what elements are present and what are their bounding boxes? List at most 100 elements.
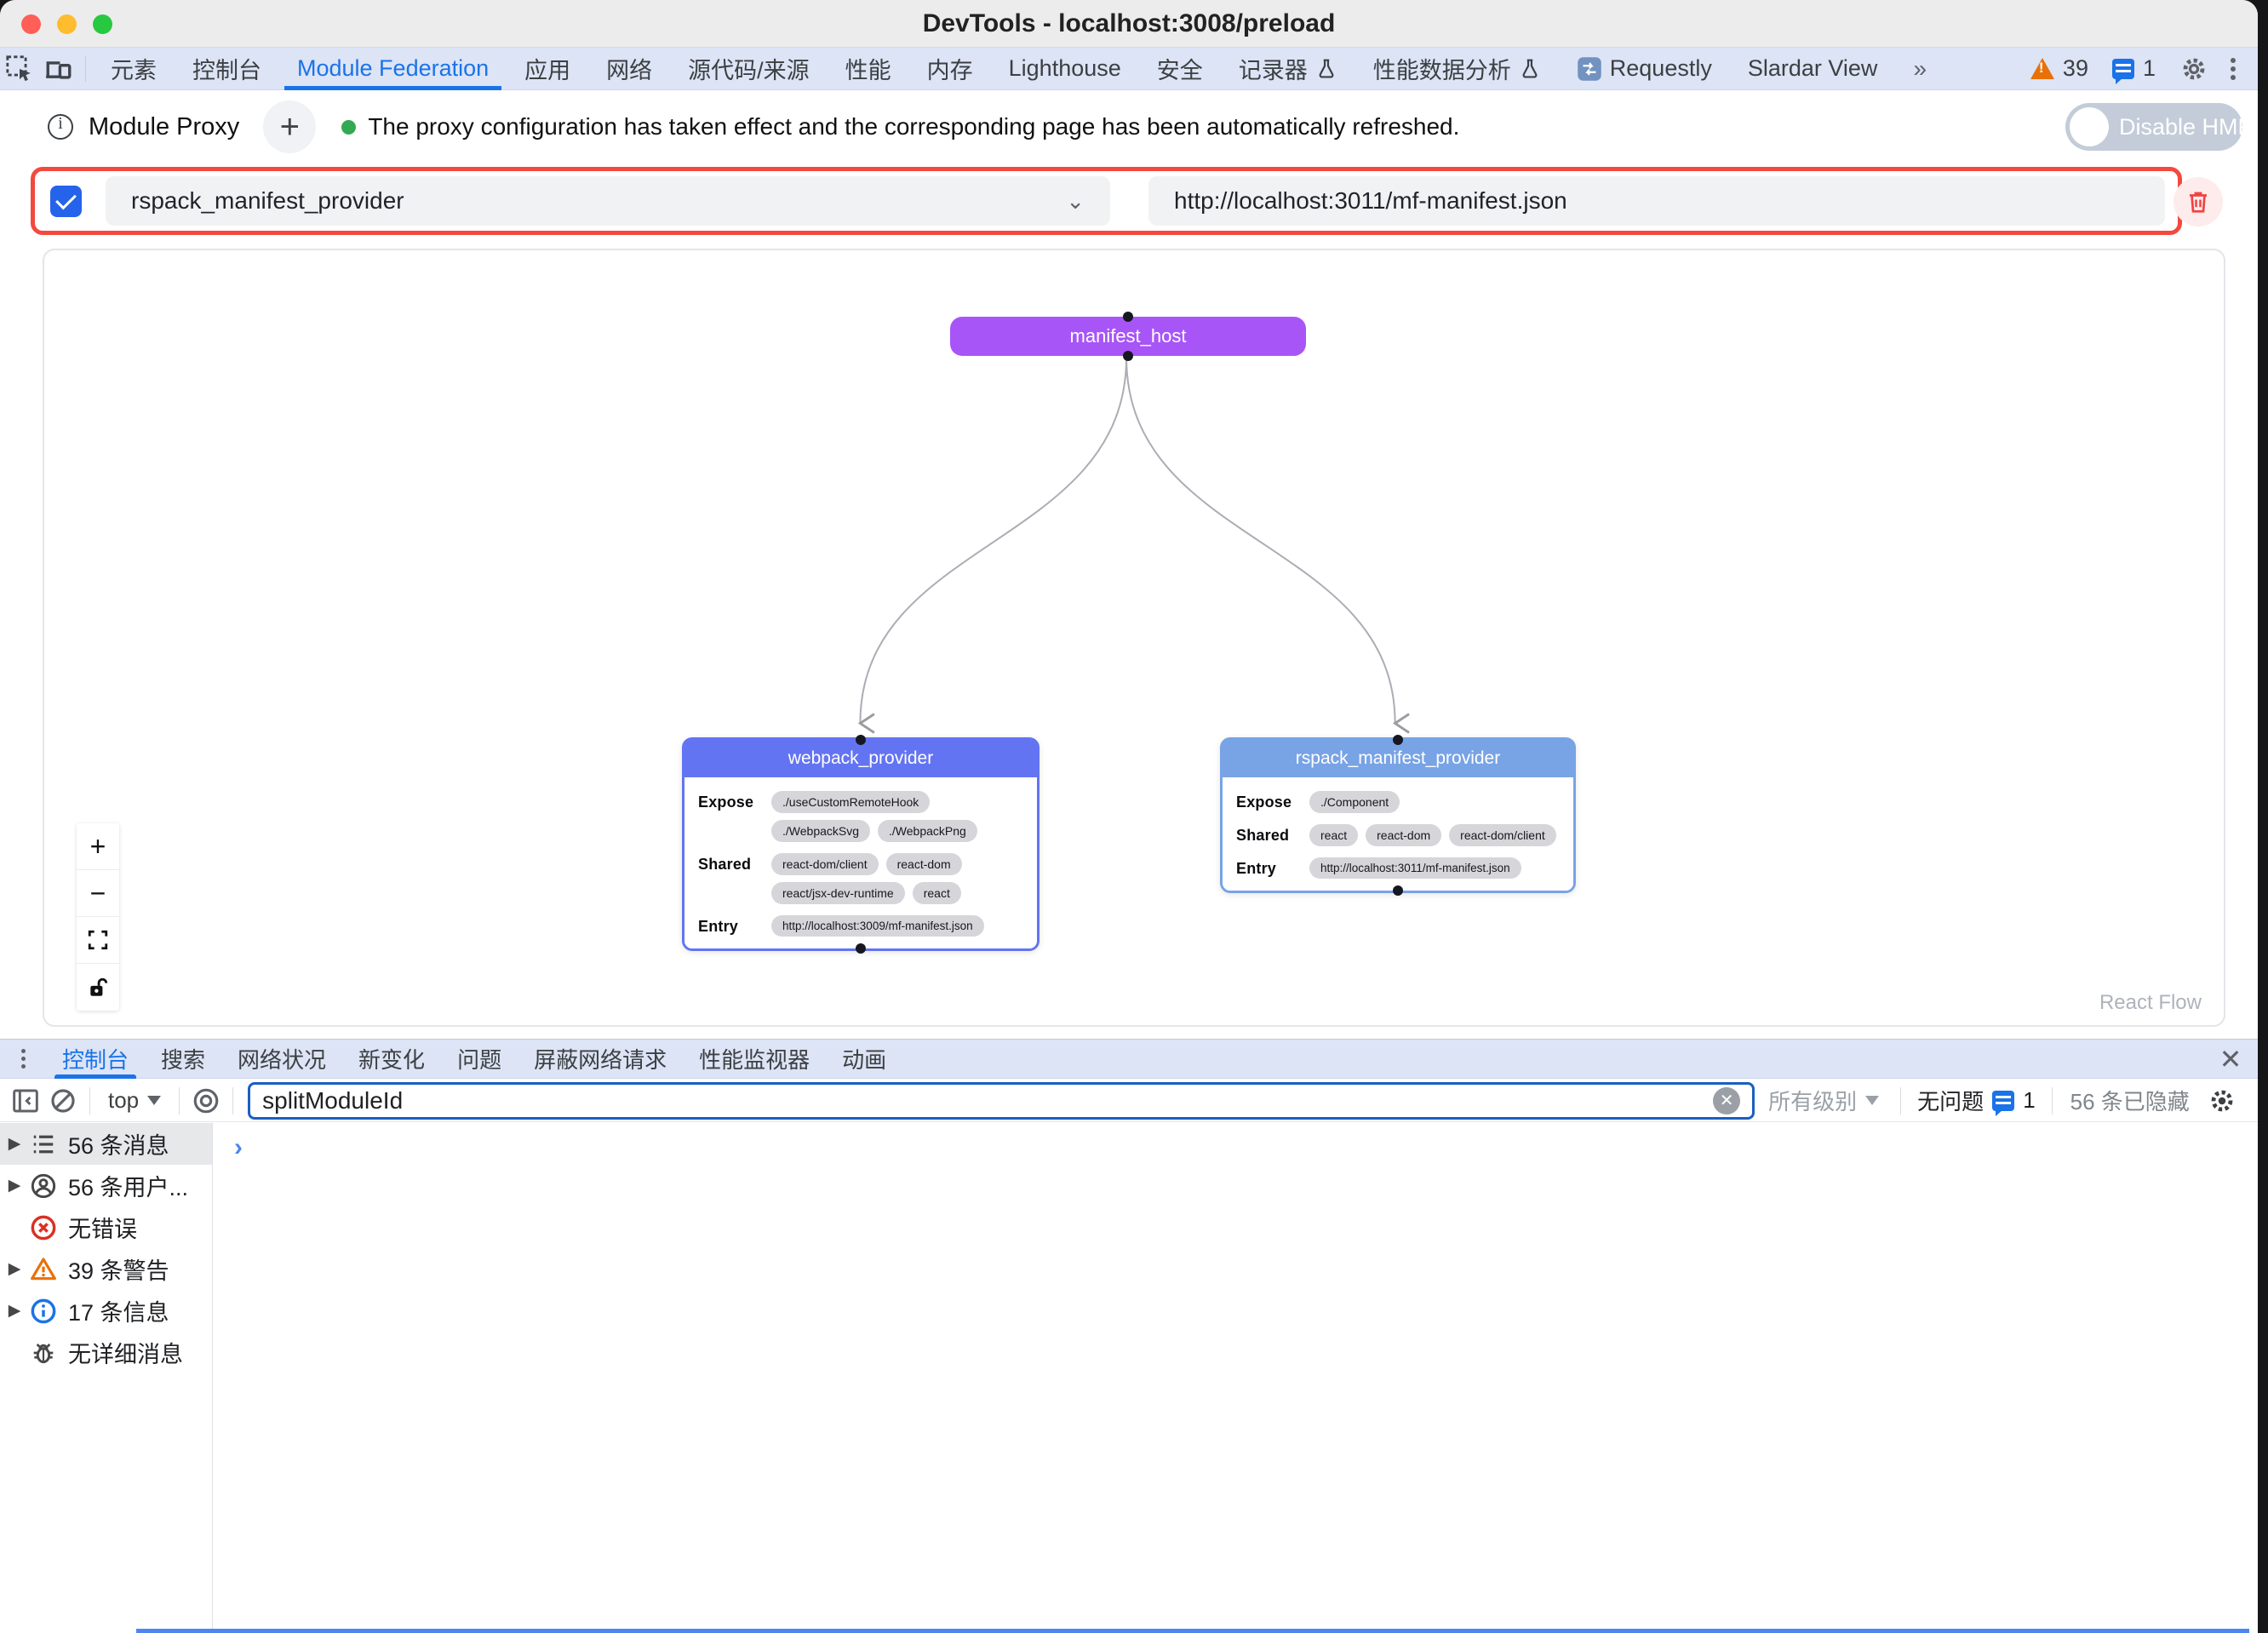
tab-memory[interactable]: 内存	[909, 48, 991, 90]
window-title: DevTools - localhost:3008/preload	[0, 0, 2258, 48]
proxy-config-row: rspack_manifest_provider ⌄ http://localh…	[31, 167, 2182, 235]
issues-badge[interactable]: 1	[2100, 55, 2168, 82]
user-icon	[29, 1172, 58, 1200]
tab-console[interactable]: 控制台	[175, 48, 279, 90]
list-icon	[29, 1130, 58, 1159]
experiment-flask-icon	[1519, 58, 1541, 80]
delete-proxy-button[interactable]	[2174, 177, 2223, 226]
chevron-double-right-icon: »	[1913, 55, 1923, 83]
drawer-menu-kebab-icon[interactable]	[0, 1057, 46, 1061]
console-output-area[interactable]: ›	[214, 1123, 2258, 1633]
info-icon	[29, 1297, 58, 1326]
tab-application[interactable]: 应用	[507, 48, 588, 90]
tab-module-federation[interactable]: Module Federation	[279, 48, 507, 90]
expand-arrow-icon[interactable]: ▶	[0, 1259, 29, 1279]
node-handle	[856, 735, 866, 745]
experiment-flask-icon	[1315, 58, 1337, 80]
entry-tag: http://localhost:3011/mf-manifest.json	[1309, 857, 1521, 879]
node-handle	[856, 943, 866, 954]
zoom-out-button[interactable]: −	[77, 870, 119, 917]
inspect-element-icon[interactable]	[0, 48, 39, 90]
fit-view-icon	[87, 929, 109, 951]
sidebar-item-errors[interactable]: 无错误	[0, 1206, 212, 1248]
module-proxy-title: Module Proxy	[89, 113, 239, 141]
node-webpack-provider[interactable]: webpack_provider Expose ./useCustomRemot…	[682, 737, 1040, 951]
add-proxy-button[interactable]: +	[263, 100, 316, 153]
disable-hmr-toggle[interactable]: Disable HMR	[2065, 103, 2242, 151]
node-title: webpack_provider	[684, 740, 1037, 777]
close-drawer-icon[interactable]: ✕	[2212, 1040, 2249, 1078]
expand-arrow-icon[interactable]: ▶	[0, 1176, 29, 1195]
node-rspack-manifest-provider[interactable]: rspack_manifest_provider Expose ./Compon…	[1220, 737, 1576, 893]
expand-arrow-icon[interactable]: ▶	[0, 1301, 29, 1321]
context-selector[interactable]: top	[98, 1087, 171, 1114]
sidebar-item-verbose[interactable]: 无详细消息	[0, 1332, 212, 1373]
tab-sources[interactable]: 源代码/来源	[670, 48, 828, 90]
drawer-tab-console[interactable]: 控制台	[46, 1039, 145, 1079]
device-toolbar-icon[interactable]	[39, 48, 78, 90]
issues-chat-icon	[1992, 1091, 2014, 1111]
expose-row: Expose ./Component	[1236, 791, 1561, 813]
devtools-menu-kebab-icon[interactable]	[2214, 48, 2253, 90]
sidebar-item-user-messages[interactable]: ▶ 56 条用户...	[0, 1165, 212, 1206]
tab-lighthouse[interactable]: Lighthouse	[991, 48, 1139, 90]
warning-badge[interactable]: 39	[2019, 55, 2100, 82]
issues-counter[interactable]: 无问题 1	[1909, 1085, 2043, 1116]
drawer-tab-performance-monitor[interactable]: 性能监视器	[683, 1039, 826, 1079]
expose-tag: ./WebpackPng	[878, 820, 977, 842]
proxy-enabled-checkbox[interactable]	[50, 186, 82, 217]
fit-view-button[interactable]	[77, 917, 119, 964]
tab-elements[interactable]: 元素	[93, 48, 175, 90]
tab-requestly[interactable]: Requestly	[1559, 48, 1730, 90]
status-dot-icon	[341, 120, 356, 135]
drawer-tab-search[interactable]: 搜索	[145, 1039, 221, 1079]
tab-security[interactable]: 安全	[1139, 48, 1221, 90]
more-tabs-button[interactable]: »	[1895, 48, 1941, 90]
manifest-url-input[interactable]: http://localhost:3011/mf-manifest.json	[1148, 176, 2165, 226]
tab-performance[interactable]: 性能	[828, 48, 909, 90]
console-toolbar: top splitModuleId 所有级别 无问题 1 56 条已隐藏	[0, 1080, 2258, 1122]
shared-tag: react/jsx-dev-runtime	[771, 882, 905, 904]
tab-slardar-view[interactable]: Slardar View	[1730, 48, 1896, 90]
sidebar-item-info[interactable]: ▶ 17 条信息	[0, 1290, 212, 1332]
zoom-in-button[interactable]: +	[77, 823, 119, 870]
drawer-tab-network-conditions[interactable]: 网络状况	[221, 1039, 342, 1079]
sidebar-item-warnings[interactable]: ▶ 39 条警告	[0, 1248, 212, 1290]
sidebar-item-all-messages[interactable]: ▶ 56 条消息	[0, 1123, 212, 1165]
live-expression-eye-icon[interactable]	[187, 1082, 225, 1120]
error-icon	[29, 1213, 58, 1242]
node-handle	[1393, 885, 1403, 896]
drawer-tab-issues[interactable]: 问题	[441, 1039, 518, 1079]
drawer-tab-network-blocking[interactable]: 屏蔽网络请求	[518, 1039, 683, 1079]
drawer-tab-changes[interactable]: 新变化	[342, 1039, 441, 1079]
clear-console-icon[interactable]	[44, 1082, 82, 1120]
info-icon	[48, 114, 73, 140]
console-filter-input[interactable]: splitModuleId	[248, 1082, 1755, 1120]
shared-tag: react-dom	[1366, 824, 1441, 846]
module-graph-canvas[interactable]: manifest_host webpack_provider Expose ./…	[43, 249, 2225, 1027]
react-flow-attribution[interactable]: React Flow	[2099, 991, 2202, 1015]
title-bar: DevTools - localhost:3008/preload	[0, 0, 2258, 48]
provider-select[interactable]: rspack_manifest_provider ⌄	[106, 176, 1110, 226]
tab-recorder[interactable]: 记录器	[1221, 48, 1355, 90]
settings-gear-icon[interactable]	[2174, 48, 2214, 90]
expose-tag: ./WebpackSvg	[771, 820, 870, 842]
drawer-tab-animations[interactable]: 动画	[826, 1039, 902, 1079]
tab-network[interactable]: 网络	[588, 48, 670, 90]
lock-button[interactable]	[77, 964, 119, 1011]
node-manifest-host[interactable]: manifest_host	[950, 317, 1306, 356]
log-levels-dropdown[interactable]: 所有级别	[1755, 1085, 1893, 1116]
shared-tag: react-dom	[886, 853, 962, 875]
shared-tag: react-dom/client	[771, 853, 879, 875]
entry-row: Entry http://localhost:3011/mf-manifest.…	[1236, 857, 1561, 879]
tab-performance-insights[interactable]: 性能数据分析	[1355, 48, 1559, 90]
console-sidebar-toggle-icon[interactable]	[7, 1082, 44, 1120]
console-settings-gear-icon[interactable]	[2200, 1087, 2244, 1114]
graph-edges	[44, 250, 2224, 1025]
node-handle	[1123, 312, 1133, 322]
shared-tag: react	[1309, 824, 1358, 846]
clear-filter-icon[interactable]	[1713, 1087, 1740, 1114]
devtools-window: DevTools - localhost:3008/preload 元素 控制台…	[0, 0, 2258, 1633]
hidden-messages-count: 56 条已隐藏	[2060, 1085, 2200, 1116]
expand-arrow-icon[interactable]: ▶	[0, 1134, 29, 1154]
